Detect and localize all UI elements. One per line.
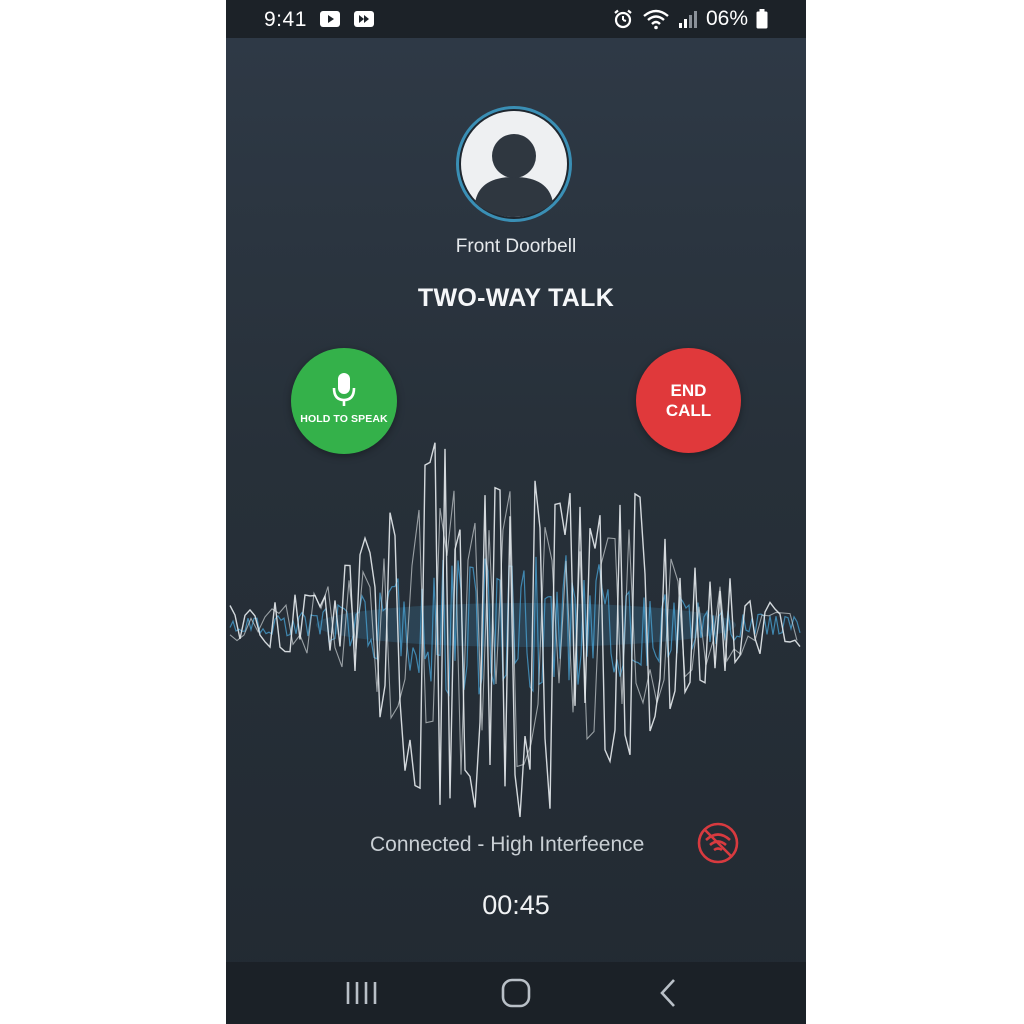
device-name: Front Doorbell (455, 236, 577, 257)
back-icon[interactable] (648, 976, 688, 1010)
phone-screen: 9:41 06% Front Doorbell TWO-WAY TALK HOL… (226, 0, 806, 1024)
signal-icon (678, 11, 697, 28)
battery-percent: 06% (705, 7, 748, 30)
page-title: TWO-WAY TALK (417, 284, 615, 312)
person-silhouette-icon (461, 111, 567, 217)
youtube-icon (320, 11, 340, 27)
device-avatar (456, 106, 572, 222)
status-indicators: 06% (612, 6, 768, 32)
connection-status: Connected - High Interfeence (370, 833, 645, 856)
media-app-icon (354, 11, 374, 27)
alarm-icon (614, 9, 632, 29)
status-time: 9:41 (264, 8, 307, 31)
no-signal-interference-icon (697, 822, 739, 864)
call-timer: 00:45 (482, 890, 550, 920)
audio-waveform (229, 442, 801, 818)
recent-apps-icon[interactable] (342, 976, 382, 1010)
status-bar: 9:41 06% (226, 0, 806, 38)
navigation-bar (226, 962, 806, 1024)
wifi-icon (643, 9, 669, 30)
home-icon[interactable] (496, 976, 536, 1010)
battery-icon (756, 9, 768, 29)
